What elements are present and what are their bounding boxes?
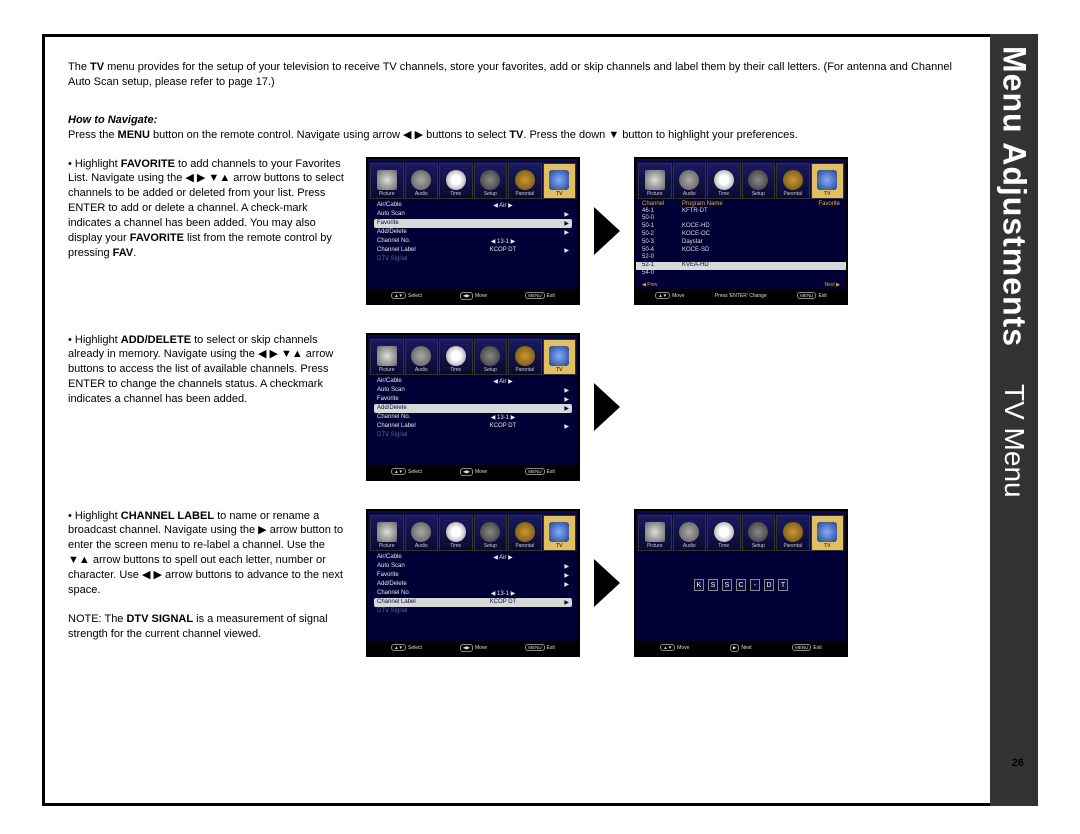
osd-menu-item: Air/Cable◀ Air ▶ xyxy=(374,377,572,386)
section-add-delete: • Highlight ADD/DELETE to select or skip… xyxy=(68,333,970,481)
page-number: 26 xyxy=(1012,757,1024,769)
osd-tab-audio: Audio xyxy=(673,515,707,551)
section-favorite: • Highlight FAVORITE to add channels to … xyxy=(68,157,970,305)
osd-tab-time: Time xyxy=(439,515,473,551)
osd-menu-item: Favorite▶ xyxy=(374,219,572,228)
osd-tab-tv: TV xyxy=(543,515,577,551)
osd-tab-tv: TV xyxy=(811,515,845,551)
osd-favorite-list: PictureAudioTimeSetupParentalTVChannelPr… xyxy=(634,157,848,305)
favorite-row: 50-2KOCE-OC xyxy=(636,231,846,239)
arrow-right-icon xyxy=(594,207,620,255)
osd-menu-item: Add/Delete▶ xyxy=(374,580,572,589)
arrow-right-icon xyxy=(594,559,620,607)
osd-tab-setup: Setup xyxy=(474,515,508,551)
osd-tab-audio: Audio xyxy=(673,163,707,199)
section-channel-label: • Highlight CHANNEL LABEL to name or ren… xyxy=(68,509,970,657)
osd-tab-audio: Audio xyxy=(405,339,439,375)
osd-menu-item: Air/Cable◀ Air ▶ xyxy=(374,201,572,210)
osd-tab-picture: Picture xyxy=(370,339,404,375)
favorite-row: 46-1KFTR-DT xyxy=(636,208,846,216)
side-title: Menu Adjustments xyxy=(996,46,1033,347)
osd-menu-item: Channel No.◀ 13-1 ▶ xyxy=(374,413,572,422)
intro-paragraph: The TV menu provides for the setup of yo… xyxy=(68,60,970,90)
osd-menu-item: Channel LabelKCOP DT▶ xyxy=(374,422,572,431)
osd-menu-item: Channel No.◀ 13-1 ▶ xyxy=(374,237,572,246)
osd-tab-setup: Setup xyxy=(742,163,776,199)
osd-menu-item: Favorite▶ xyxy=(374,395,572,404)
osd-label-editor: PictureAudioTimeSetupParentalTVKSSC-DT▲▼… xyxy=(634,509,848,657)
osd-menu-item: Air/Cable◀ Air ▶ xyxy=(374,553,572,562)
osd-channel-label-menu: PictureAudioTimeSetupParentalTV Air/Cable… xyxy=(366,509,580,657)
osd-tab-audio: Audio xyxy=(405,515,439,551)
osd-tab-tv: TV xyxy=(543,163,577,199)
osd-menu-item: Favorite▶ xyxy=(374,571,572,580)
osd-tab-parental: Parental xyxy=(508,515,542,551)
osd-tab-parental: Parental xyxy=(776,163,810,199)
osd-menu-item: Auto Scan▶ xyxy=(374,562,572,571)
nav-instructions: Press the MENU button on the remote cont… xyxy=(68,128,970,143)
favorite-row: 50-0 xyxy=(636,215,846,223)
how-to-navigate-heading: How to Navigate: xyxy=(68,114,970,126)
osd-menu-item: Add/Delete▶ xyxy=(374,228,572,237)
osd-tab-time: Time xyxy=(707,515,741,551)
osd-tab-parental: Parental xyxy=(776,515,810,551)
favorite-row: 54-0 xyxy=(636,270,846,278)
channel-label-text: • Highlight CHANNEL LABEL to name or ren… xyxy=(68,509,348,657)
osd-menu-item: DTV Signal xyxy=(374,431,572,439)
osd-tab-time: Time xyxy=(707,163,741,199)
favorite-row: 50-3Daystar xyxy=(636,239,846,247)
osd-menu-item: Auto Scan▶ xyxy=(374,386,572,395)
content-area: The TV menu provides for the setup of yo… xyxy=(68,60,970,784)
favorite-row: 50-4KOCE-SD xyxy=(636,247,846,255)
osd-favorite-menu: PictureAudioTimeSetupParentalTV Air/Cable… xyxy=(366,157,580,305)
osd-tab-picture: Picture xyxy=(638,163,672,199)
favorite-row: 52-0 xyxy=(636,254,846,262)
add-delete-text: • Highlight ADD/DELETE to select or skip… xyxy=(68,333,348,481)
osd-menu-item: Channel LabelKCOP DT▶ xyxy=(374,246,572,255)
favorite-row: 50-1KOCE-HD xyxy=(636,223,846,231)
osd-menu-item: Add/Delete▶ xyxy=(374,404,572,413)
osd-tab-parental: Parental xyxy=(508,163,542,199)
osd-menu-item: DTV Signal xyxy=(374,607,572,615)
osd-tab-tv: TV xyxy=(543,339,577,375)
osd-tab-audio: Audio xyxy=(405,163,439,199)
osd-tab-picture: Picture xyxy=(370,515,404,551)
osd-menu-item: DTV Signal xyxy=(374,255,572,263)
osd-tab-time: Time xyxy=(439,163,473,199)
osd-tab-tv: TV xyxy=(811,163,845,199)
osd-tab-setup: Setup xyxy=(474,163,508,199)
osd-tab-time: Time xyxy=(439,339,473,375)
osd-menu-item: Auto Scan▶ xyxy=(374,210,572,219)
osd-add-delete-menu: PictureAudioTimeSetupParentalTV Air/Cable… xyxy=(366,333,580,481)
side-subtitle: TV Menu xyxy=(998,384,1030,498)
osd-tab-setup: Setup xyxy=(742,515,776,551)
label-input-boxes: KSSC-DT xyxy=(694,579,788,591)
side-tab: Menu Adjustments TV Menu xyxy=(990,34,1038,806)
favorite-row: 52-1KVEA-HD xyxy=(636,262,846,270)
osd-tab-picture: Picture xyxy=(370,163,404,199)
favorite-text: • Highlight FAVORITE to add channels to … xyxy=(68,157,348,305)
arrow-right-icon xyxy=(594,383,620,431)
osd-menu-item: Channel LabelKCOP DT▶ xyxy=(374,598,572,607)
osd-tab-parental: Parental xyxy=(508,339,542,375)
osd-menu-item: Channel No.◀ 13-1 ▶ xyxy=(374,589,572,598)
osd-tab-setup: Setup xyxy=(474,339,508,375)
osd-tab-picture: Picture xyxy=(638,515,672,551)
